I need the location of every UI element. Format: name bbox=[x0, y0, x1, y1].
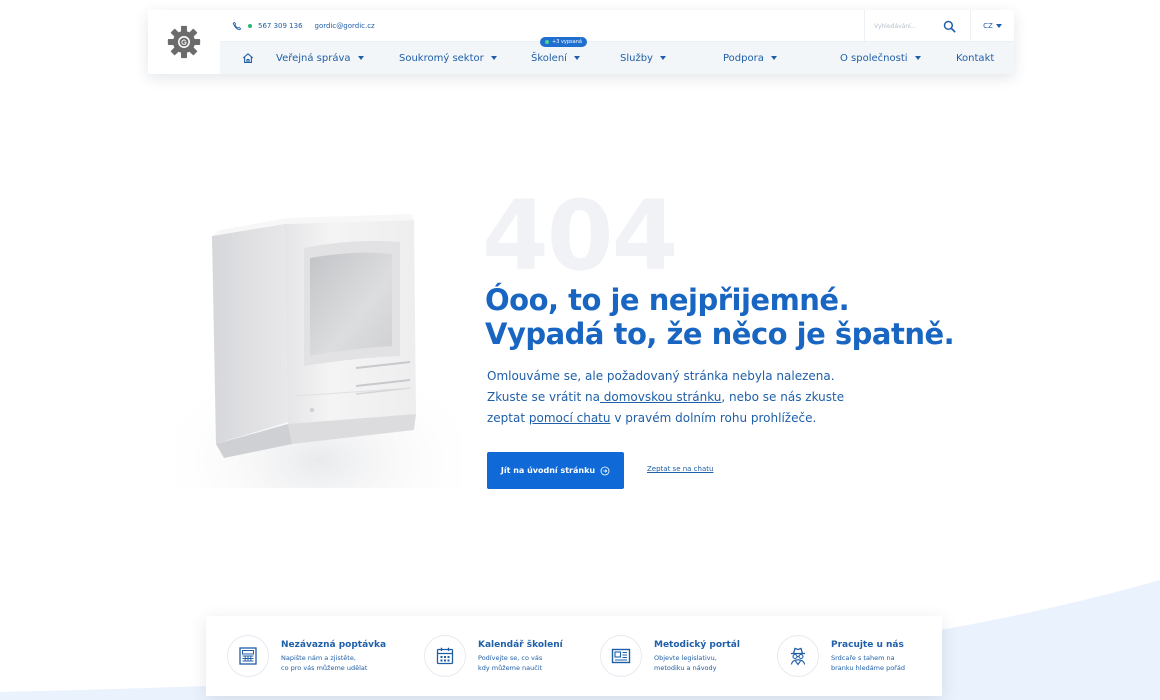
nav-o-spolecnosti[interactable]: O společnosti bbox=[840, 42, 921, 74]
card-title: Kalendář školení bbox=[478, 639, 563, 650]
card-nezavazna-poptavka[interactable]: Nezávazná poptávka Napište nám a zjistět… bbox=[227, 616, 386, 696]
title-line-2: Vypadá to, že něco je špatně. bbox=[485, 317, 955, 351]
card-text: Metodický portál Objevte legislativu, me… bbox=[654, 640, 740, 673]
card-description-line: branku hledáme pořád bbox=[831, 663, 905, 672]
badge-dot bbox=[545, 40, 549, 44]
card-icon-wrapper bbox=[600, 635, 642, 677]
nav-label: Podpora bbox=[723, 52, 764, 64]
card-description-line: co pro vás můžeme udělat bbox=[281, 663, 368, 672]
card-description: Srdcaře s tahem na branku hledáme pořád bbox=[831, 653, 905, 673]
description-text: , nebo se nás zkuste bbox=[721, 390, 845, 404]
card-description-line: metodiku a návody bbox=[654, 663, 717, 672]
nav-home[interactable] bbox=[242, 42, 254, 74]
nav-podpora[interactable]: Podpora bbox=[723, 42, 777, 74]
chevron-down-icon bbox=[357, 56, 364, 60]
nav-kontakt[interactable]: Kontakt bbox=[956, 42, 994, 74]
go-home-button-label: Jít na úvodní stránku bbox=[500, 466, 596, 475]
nav-verejna-sprava[interactable]: Veřejná správa bbox=[276, 42, 364, 74]
nav-label: O společnosti bbox=[840, 52, 908, 64]
chevron-down-icon bbox=[490, 56, 497, 60]
homepage-link[interactable]: domovskou stránku bbox=[600, 390, 722, 404]
nav-label: Veřejná správa bbox=[276, 52, 351, 64]
card-description: Objevte legislativu, metodiku a návody bbox=[654, 653, 740, 673]
card-description-line: Srdcaře s tahem na bbox=[831, 653, 895, 662]
site-header: 567 309 136 gordic@gordic.cz Vyhledávání… bbox=[148, 10, 1014, 74]
description-text: zeptat bbox=[487, 411, 529, 425]
card-text: Nezávazná poptávka Napište nám a zjistět… bbox=[281, 640, 386, 673]
card-description-line: Podívejte se, co vás bbox=[478, 653, 543, 662]
error-code: 404 bbox=[482, 180, 678, 292]
nav-label: Kontakt bbox=[956, 52, 995, 64]
card-kalendar-skoleni[interactable]: Kalendář školení Podívejte se, co vás kd… bbox=[424, 616, 563, 696]
logo[interactable] bbox=[148, 10, 220, 74]
email-link[interactable]: gordic@gordic.cz bbox=[315, 22, 375, 30]
nav-label: Služby bbox=[620, 52, 653, 64]
main-nav: Veřejná správa Soukromý sektor Školení +… bbox=[220, 37, 1014, 74]
arrow-circle-icon bbox=[600, 466, 610, 475]
card-icon-wrapper bbox=[227, 635, 269, 677]
card-description-line: kdy můžeme naučit bbox=[478, 663, 543, 672]
chevron-down-icon bbox=[914, 56, 921, 60]
card-text: Kalendář školení Podívejte se, co vás kd… bbox=[478, 640, 563, 673]
chevron-down-icon bbox=[659, 56, 666, 60]
go-home-button[interactable]: Jít na úvodní stránku bbox=[487, 452, 624, 489]
chevron-down-icon bbox=[573, 56, 580, 60]
chevron-down-icon bbox=[770, 56, 777, 60]
description-line-2: Zkuste se vrátit na domovskou stránku, n… bbox=[487, 387, 917, 408]
language-select[interactable]: CZ bbox=[970, 10, 1014, 42]
search-button[interactable] bbox=[928, 10, 970, 42]
description-text: Zkuste se vrátit na bbox=[487, 390, 600, 404]
card-description-line: Napište nám a zjistěte, bbox=[281, 653, 356, 662]
card-pracujte-u-nas[interactable]: Pracujte u nás Srdcaře s tahem na branku… bbox=[777, 616, 905, 696]
calculator-icon bbox=[239, 647, 257, 665]
gordic-logo-icon bbox=[167, 25, 201, 59]
search-input[interactable]: Vyhledávání... bbox=[864, 10, 928, 42]
title-line-1: Óoo, to je nejpřijemné. bbox=[485, 283, 850, 317]
phone-icon bbox=[232, 21, 242, 31]
chat-inline-link[interactable]: pomocí chatu bbox=[529, 411, 611, 425]
card-title: Nezávazná poptávka bbox=[281, 639, 387, 650]
phone-number[interactable]: 567 309 136 bbox=[258, 22, 303, 30]
newspaper-icon bbox=[611, 648, 631, 664]
retro-computer-illustration bbox=[176, 214, 462, 488]
nav-label: Školení bbox=[531, 52, 567, 64]
card-title: Metodický portál bbox=[654, 639, 740, 650]
ask-chat-link[interactable]: Zeptat se na chatu bbox=[647, 465, 713, 473]
card-icon-wrapper bbox=[777, 635, 819, 677]
nav-soukromy-sektor[interactable]: Soukromý sektor bbox=[399, 42, 497, 74]
spy-icon bbox=[790, 647, 806, 666]
description-text: v pravém dolním rohu prohlížeče. bbox=[610, 411, 817, 425]
skoleni-badge: +3 vypsaná bbox=[540, 37, 587, 47]
card-description-line: Objevte legislativu, bbox=[654, 653, 717, 662]
nav-sluzby[interactable]: Služby bbox=[620, 42, 666, 74]
card-metodicky-portal[interactable]: Metodický portál Objevte legislativu, me… bbox=[600, 616, 740, 696]
description-line-3: zeptat pomocí chatu v pravém dolním rohu… bbox=[487, 408, 917, 429]
card-icon-wrapper bbox=[424, 635, 466, 677]
chevron-down-icon bbox=[995, 24, 1002, 28]
contact-info: 567 309 136 gordic@gordic.cz bbox=[232, 21, 375, 31]
card-description: Podívejte se, co vás kdy můžeme naučit bbox=[478, 653, 563, 673]
calendar-icon bbox=[436, 647, 454, 665]
badge-label: +3 vypsaná bbox=[552, 39, 582, 45]
nav-label: Soukromý sektor bbox=[399, 52, 484, 64]
home-icon bbox=[242, 53, 254, 63]
quick-links-bar: Nezávazná poptávka Napište nám a zjistět… bbox=[206, 616, 942, 696]
card-text: Pracujte u nás Srdcaře s tahem na branku… bbox=[831, 640, 905, 673]
description-line-1: Omlouváme se, ale požadovaný stránka neb… bbox=[487, 369, 835, 383]
search-icon bbox=[943, 20, 956, 33]
error-description: Omlouváme se, ale požadovaný stránka neb… bbox=[487, 366, 917, 429]
online-status-dot bbox=[248, 24, 252, 28]
language-label: CZ bbox=[983, 22, 993, 30]
top-bar: 567 309 136 gordic@gordic.cz Vyhledávání… bbox=[220, 10, 1014, 42]
page-title: Óoo, to je nejpřijemné. Vypadá to, že ně… bbox=[485, 283, 955, 351]
card-title: Pracujte u nás bbox=[831, 639, 904, 650]
card-description: Napište nám a zjistěte, co pro vás můžem… bbox=[281, 653, 386, 673]
